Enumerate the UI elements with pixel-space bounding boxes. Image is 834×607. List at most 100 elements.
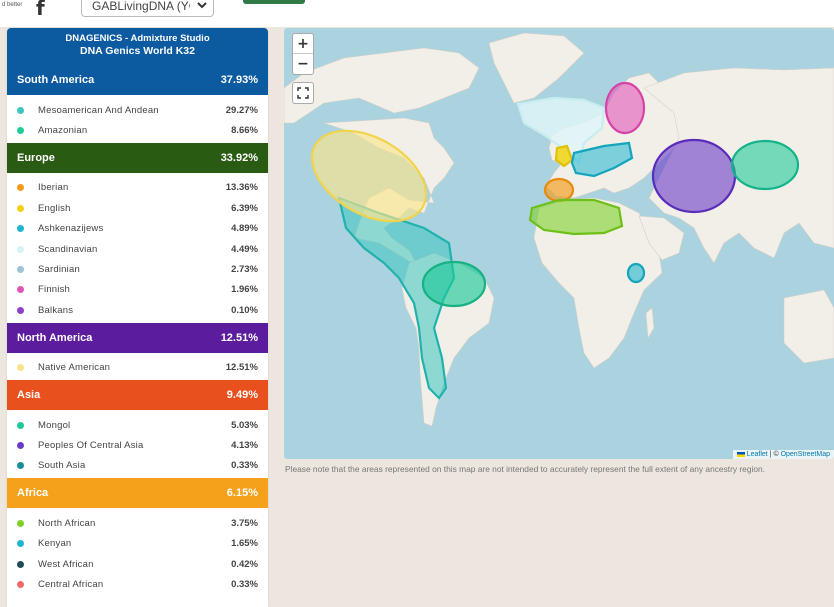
map-disclaimer: Please note that the areas represented o… [285,464,765,474]
population-name: South Asia [38,460,86,472]
fullscreen-button[interactable] [292,82,314,104]
region-name: Europe [17,151,55,164]
attribution-separator: | © [767,451,781,458]
chevron-down-icon [197,2,207,9]
population-row[interactable]: Iberian 13.36% [7,178,268,198]
zoom-in-button[interactable]: + [293,34,313,54]
population-row[interactable]: Sardinian 2.73% [7,259,268,279]
population-color-dot [17,519,24,527]
region-list: South America 37.93% Mesoamerican And Ande… [7,65,268,597]
region-percent: 6.15% [226,487,258,500]
population-percent: 0.33% [231,578,258,590]
population-percent: 2.73% [231,264,258,276]
population-percent: 1.65% [231,538,258,550]
population-list: Mesoamerican And Andean 29.27% Amazonian 8.… [7,95,268,143]
population-row[interactable]: Mongol 5.03% [7,415,268,435]
population-color-dot [17,462,24,470]
region-header[interactable]: Africa 6.15% [7,478,268,509]
fullscreen-icon [297,87,309,99]
kit-select-value: GABLivingDNA (YCC [92,0,190,13]
admixture-results-panel: DNAGENICS - Admixture Studio DNA Genics … [7,28,268,607]
population-name: North African [38,517,96,529]
region-name: Asia [17,388,41,401]
population-percent: 5.03% [231,419,258,431]
logo-text: d better [2,2,23,8]
population-name: Mesoamerican And Andean [38,104,159,116]
population-name: Native American [38,362,111,374]
population-row[interactable]: South Asia 0.33% [7,456,268,476]
population-color-dot [17,306,24,314]
population-name: Mongol [38,419,71,431]
population-percent: 4.13% [231,439,258,451]
population-percent: 4.89% [231,223,258,235]
population-name: Ashkenazijews [38,223,104,235]
region-percent: 33.92% [220,151,258,164]
region-header[interactable]: South America 37.93% [7,65,268,95]
population-row[interactable]: Balkans 0.10% [7,300,268,320]
population-name: Sardinian [38,264,80,276]
region-percent: 12.51% [220,331,258,344]
population-color-dot [17,184,24,192]
population-name: English [38,202,71,214]
population-percent: 0.33% [231,460,258,472]
panel-subtitle: DNA Genics World K32 [80,45,195,57]
population-name: Iberian [38,182,69,194]
population-name: Amazonian [38,125,88,137]
population-color-dot [17,286,24,294]
population-name: Scandinavian [38,243,98,255]
population-row[interactable]: West African 0.42% [7,554,268,574]
population-percent: 1.96% [231,284,258,296]
facebook-icon[interactable]: f [36,0,45,20]
panel-header: DNAGENICS - Admixture Studio DNA Genics … [7,28,268,65]
population-name: Peoples Of Central Asia [38,439,144,451]
kit-select[interactable]: GABLivingDNA (YCC [81,0,214,17]
population-percent: 3.75% [231,517,258,529]
population-row[interactable]: Native American 12.51% [7,358,268,378]
region-name: Africa [17,487,49,500]
population-color-dot [17,580,24,588]
leaflet-link[interactable]: Leaflet [747,451,768,458]
population-row[interactable]: Mesoamerican And Andean 29.27% [7,100,268,120]
population-name: West African [38,558,94,570]
region-header[interactable]: Asia 9.49% [7,379,268,410]
population-row[interactable]: Ashkenazijews 4.89% [7,219,268,239]
world-map-svg [284,32,834,427]
population-row[interactable]: Central African 0.33% [7,574,268,594]
population-name: Central African [38,578,104,590]
population-row[interactable]: Amazonian 8.66% [7,120,268,140]
ukraine-flag-icon [736,451,745,457]
population-percent: 12.51% [225,362,258,374]
map-attribution: Leaflet | © OpenStreetMap [732,450,834,459]
zoom-out-button[interactable]: − [293,54,313,74]
panel-title: DNAGENICS - Admixture Studio [65,33,210,44]
population-row[interactable]: North African 3.75% [7,513,268,533]
population-color-dot [17,245,24,253]
openstreetmap-link[interactable]: OpenStreetMap [781,451,830,458]
population-color-dot [17,421,24,429]
zoom-control: + − [292,33,314,75]
top-bar: d better f GABLivingDNA (YCC [0,0,834,27]
region-percent: 9.49% [226,388,258,401]
population-percent: 8.66% [231,125,258,137]
region-header[interactable]: Europe 33.92% [7,142,268,173]
population-color-dot [17,441,24,449]
region-header[interactable]: North America 12.51% [7,322,268,353]
region-name: South America [17,74,95,86]
population-color-dot [17,204,24,212]
population-percent: 4.49% [231,243,258,255]
ancestry-map[interactable]: + − Leaflet | © OpenStreetMap [284,28,834,459]
population-row[interactable]: Finnish 1.96% [7,280,268,300]
population-color-dot [17,540,24,548]
population-color-dot [17,560,24,568]
population-row[interactable]: Scandinavian 4.49% [7,239,268,259]
population-color-dot [17,266,24,274]
population-row[interactable]: Kenyan 1.65% [7,533,268,553]
population-percent: 6.39% [231,202,258,214]
action-button[interactable] [243,0,305,4]
population-color-dot [17,106,24,114]
population-row[interactable]: English 6.39% [7,198,268,218]
population-percent: 0.10% [231,304,258,316]
population-color-dot [17,127,24,135]
population-name: Finnish [38,284,71,296]
population-row[interactable]: Peoples Of Central Asia 4.13% [7,435,268,455]
